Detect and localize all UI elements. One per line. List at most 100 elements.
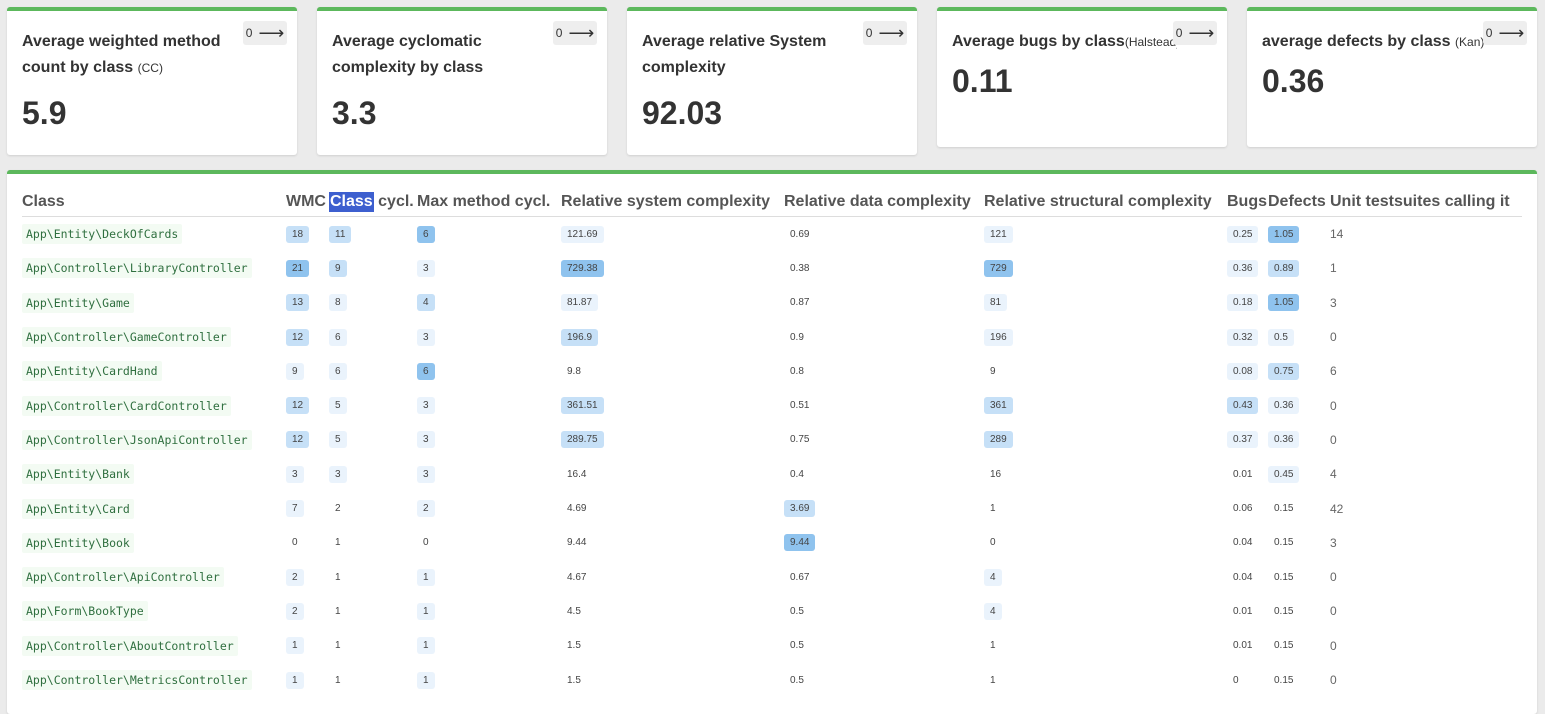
header-max-method-cycl[interactable]: Max method cycl. xyxy=(417,188,561,217)
header-relative-data-complexity[interactable]: Relative data complexity xyxy=(784,188,984,217)
unit-testsuites-value: 6 xyxy=(1330,364,1337,379)
max-method-cycl-value: 3 xyxy=(417,431,435,449)
wmc-cell: 2 xyxy=(286,560,329,594)
class-cycl-cell: 5 xyxy=(329,423,417,457)
class-name-link[interactable]: App\Entity\DeckOfCards xyxy=(22,224,183,245)
bugs-value: 0.04 xyxy=(1233,571,1253,583)
defects-value: 0.15 xyxy=(1274,503,1294,515)
bugs-cell: 0.06 xyxy=(1227,491,1268,525)
relative-data-complexity-value: 0.8 xyxy=(790,365,804,377)
class-cycl-cell: 6 xyxy=(329,354,417,388)
header-class-cycl[interactable]: Class cycl. xyxy=(329,188,417,217)
relative-system-complexity-cell: 9.8 xyxy=(561,354,784,388)
relative-structural-complexity-value: 289 xyxy=(984,431,1013,449)
relative-data-complexity-value: 0.69 xyxy=(790,228,810,240)
defects-value: 0.45 xyxy=(1268,465,1300,483)
wmc-cell: 7 xyxy=(286,491,329,525)
class-name-link[interactable]: App\Controller\JsonApiController xyxy=(22,429,252,450)
class-name-link[interactable]: App\Controller\CardController xyxy=(22,395,231,416)
relative-system-complexity-cell: 729.38 xyxy=(561,251,784,285)
card-title: Average cyclomatic complexity by class xyxy=(332,33,484,76)
bugs-cell: 0.43 xyxy=(1227,388,1268,422)
class-cycl-value: 1 xyxy=(335,640,341,652)
wmc-value: 1 xyxy=(286,637,304,655)
class-name-link[interactable]: App\Form\BookType xyxy=(22,601,148,622)
header-relative-system-complexity[interactable]: Relative system complexity xyxy=(561,188,784,217)
class-name-link[interactable]: App\Entity\Game xyxy=(22,292,134,313)
relative-system-complexity-value: 289.75 xyxy=(561,431,604,449)
class-name-link[interactable]: App\Entity\Book xyxy=(22,532,134,553)
details-button[interactable]: 0 ⟶ xyxy=(1173,21,1217,45)
relative-data-complexity-value: 0.5 xyxy=(790,640,804,652)
class-name-link[interactable]: App\Controller\ApiController xyxy=(22,567,224,588)
relative-data-complexity-cell: 0.69 xyxy=(784,217,984,252)
relative-system-complexity-value: 4.67 xyxy=(567,571,587,583)
relative-system-complexity-cell: 4.67 xyxy=(561,560,784,594)
relative-data-complexity-value: 0.5 xyxy=(790,605,804,617)
class-cycl-cell: 8 xyxy=(329,286,417,320)
header-wmc[interactable]: WMC xyxy=(286,188,329,217)
relative-system-complexity-value: 1.5 xyxy=(567,674,581,686)
selected-text: Class xyxy=(329,192,374,212)
defects-value: 0.36 xyxy=(1268,431,1300,449)
table-row: App\Entity\DeckOfCards 18 11 6 121.69 0.69 121… xyxy=(22,217,1522,252)
bugs-cell: 0.37 xyxy=(1227,423,1268,457)
class-name-link[interactable]: App\Entity\CardHand xyxy=(22,361,162,382)
relative-data-complexity-value: 0.75 xyxy=(790,434,810,446)
class-cycl-cell: 1 xyxy=(329,594,417,628)
class-name-link[interactable]: App\Controller\AboutController xyxy=(22,635,238,656)
relative-data-complexity-cell: 0.87 xyxy=(784,286,984,320)
defects-value: 1.05 xyxy=(1268,294,1300,312)
table-row: App\Controller\AboutController 1 1 1 1.5 0.5 1… xyxy=(22,629,1522,663)
header-class[interactable]: Class xyxy=(22,188,286,217)
defects-cell: 0.45 xyxy=(1268,457,1330,491)
relative-system-complexity-value: 81.87 xyxy=(561,294,599,312)
relative-structural-complexity-cell: 4 xyxy=(984,594,1227,628)
relative-structural-complexity-value: 1 xyxy=(990,674,996,686)
wmc-value: 0 xyxy=(292,537,298,549)
class-name-link[interactable]: App\Entity\Bank xyxy=(22,464,134,485)
relative-data-complexity-cell: 0.38 xyxy=(784,251,984,285)
class-cell: App\Controller\MetricsController xyxy=(22,663,286,697)
bugs-value: 0.06 xyxy=(1233,503,1253,515)
defects-cell: 0.15 xyxy=(1268,491,1330,525)
table-row: App\Entity\Game 13 8 4 81.87 0.87 81 0.18 1.05 3 xyxy=(22,286,1522,320)
class-name-link[interactable]: App\Controller\GameController xyxy=(22,327,231,348)
max-method-cycl-value: 6 xyxy=(417,225,435,243)
relative-structural-complexity-value: 361 xyxy=(984,397,1013,415)
header-relative-structural-complexity[interactable]: Relative structural complexity xyxy=(984,188,1227,217)
relative-system-complexity-cell: 289.75 xyxy=(561,423,784,457)
details-button[interactable]: 0 ⟶ xyxy=(863,21,907,45)
defects-cell: 0.15 xyxy=(1268,526,1330,560)
details-button[interactable]: 0 ⟶ xyxy=(243,21,287,45)
arrow-right-icon: ⟶ xyxy=(1498,23,1525,43)
unit-testsuites-value: 0 xyxy=(1330,330,1337,345)
card-avg-bugs: Average bugs by class(Halstead) 0.11 0 ⟶ xyxy=(937,7,1227,147)
header-defects[interactable]: Defects xyxy=(1268,188,1330,217)
bugs-cell: 0.08 xyxy=(1227,354,1268,388)
class-name-link[interactable]: App\Entity\Card xyxy=(22,498,134,519)
wmc-value: 18 xyxy=(286,225,310,243)
wmc-cell: 2 xyxy=(286,594,329,628)
bugs-cell: 0.25 xyxy=(1227,217,1268,252)
relative-data-complexity-value: 0.9 xyxy=(790,331,804,343)
details-button[interactable]: 0 ⟶ xyxy=(553,21,597,45)
header-unit-testsuites[interactable]: Unit testsuites calling it xyxy=(1330,188,1522,217)
relative-structural-complexity-value: 81 xyxy=(984,294,1008,312)
class-name-link[interactable]: App\Controller\MetricsController xyxy=(22,670,252,690)
defects-value: 0.15 xyxy=(1274,605,1294,617)
relative-system-complexity-cell: 361.51 xyxy=(561,388,784,422)
relative-structural-complexity-value: 121 xyxy=(984,225,1013,243)
class-cell: App\Controller\JsonApiController xyxy=(22,423,286,457)
relative-structural-complexity-cell: 196 xyxy=(984,320,1227,354)
defects-value: 1.05 xyxy=(1268,225,1300,243)
bugs-cell: 0.04 xyxy=(1227,560,1268,594)
details-button[interactable]: 0 ⟶ xyxy=(1483,21,1527,45)
relative-data-complexity-cell: 0.67 xyxy=(784,560,984,594)
card-avg-cyclomatic: Average cyclomatic complexity by class 3… xyxy=(317,7,607,155)
relative-system-complexity-value: 9.44 xyxy=(567,537,587,549)
bugs-value: 0.01 xyxy=(1233,468,1253,480)
header-bugs[interactable]: Bugs xyxy=(1227,188,1268,217)
class-name-link[interactable]: App\Controller\LibraryController xyxy=(22,258,252,279)
class-cell: App\Controller\LibraryController xyxy=(22,251,286,285)
